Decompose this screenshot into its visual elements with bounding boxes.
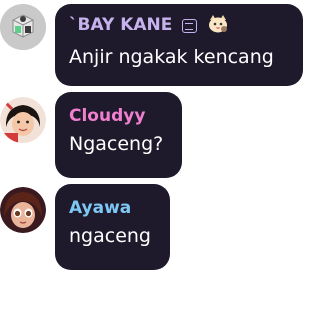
message-text: ngaceng	[69, 225, 151, 247]
message-bubble[interactable]: Ayawa ngaceng	[55, 184, 170, 270]
bot-avatar-icon	[0, 4, 46, 50]
cat-emoji-badge-icon	[207, 14, 229, 39]
avatar[interactable]	[0, 187, 46, 233]
chat-message: Cloudyy Ngaceng?	[0, 92, 303, 184]
message-text: Anjir ngakak kencang	[69, 46, 274, 68]
user-avatar-ayawa	[0, 187, 46, 233]
username[interactable]: `BAY KANE	[69, 14, 289, 39]
username[interactable]: Ayawa	[69, 198, 156, 218]
server-tag-icon	[182, 19, 198, 33]
avatar[interactable]	[0, 4, 46, 50]
message-bubble[interactable]: `BAY KANE Anjir ngakak kencang	[55, 4, 303, 86]
message-text: Ngaceng?	[69, 133, 164, 155]
username-text[interactable]: `BAY KANE	[69, 15, 172, 35]
username[interactable]: Cloudyy	[69, 106, 168, 126]
avatar[interactable]	[0, 97, 46, 143]
user-avatar-cloudyy	[0, 97, 46, 143]
chat-message: `BAY KANE Anjir ngakak kencang	[0, 0, 303, 92]
message-bubble[interactable]: Cloudyy Ngaceng?	[55, 92, 182, 178]
chat-message: Ayawa ngaceng	[0, 184, 303, 276]
